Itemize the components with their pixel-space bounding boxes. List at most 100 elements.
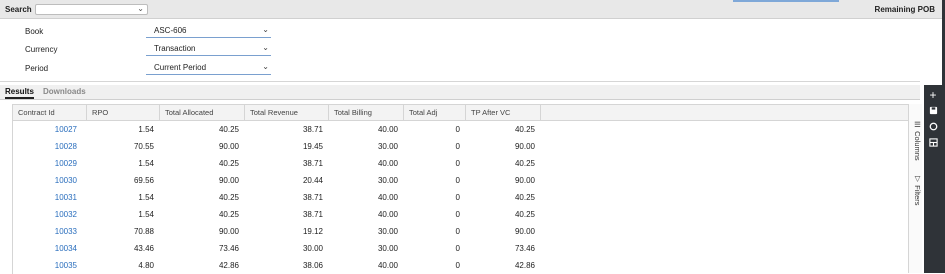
total-allocated-cell: 90.00: [218, 227, 239, 236]
table-row[interactable]: 10035 4.80 42.86 38.06 40.00 0 42.86: [13, 257, 541, 274]
total-billing-cell: 30.00: [377, 176, 398, 185]
table-row[interactable]: 10027 1.54 40.25 38.71 40.00 0 40.25: [13, 121, 541, 138]
total-adj-cell: 0: [455, 227, 460, 236]
contract-id-link[interactable]: 10027: [13, 121, 87, 138]
tp-after-vc-cell: 90.00: [514, 142, 535, 151]
total-billing-cell: 40.00: [377, 261, 398, 270]
total-billing-cell: 30.00: [377, 244, 398, 253]
top-bar: Search ⌄ Remaining POB: [0, 0, 945, 19]
chevron-down-icon[interactable]: ⌄: [137, 4, 144, 13]
table-row[interactable]: 10029 1.54 40.25 38.71 40.00 0 40.25: [13, 155, 541, 172]
total-allocated-cell: 90.00: [218, 176, 239, 185]
rpo-cell: 70.55: [133, 142, 154, 151]
rpo-cell: 70.88: [133, 227, 154, 236]
tp-after-vc-cell: 90.00: [514, 227, 535, 236]
rpo-cell: 1.54: [138, 125, 154, 134]
tab-downloads[interactable]: Downloads: [43, 87, 86, 96]
columns-icon: ☰: [913, 120, 922, 129]
total-allocated-cell: 40.25: [218, 159, 239, 168]
tp-after-vc-cell: 40.25: [514, 159, 535, 168]
table-row[interactable]: 10032 1.54 40.25 38.71 40.00 0 40.25: [13, 206, 541, 223]
book-select[interactable]: ASC-606 ⌄: [146, 24, 271, 38]
header-total-billing[interactable]: Total Billing: [329, 105, 404, 120]
total-allocated-cell: 40.25: [218, 193, 239, 202]
columns-side-tab[interactable]: ☰ Columns: [910, 120, 922, 161]
rpo-cell: 43.46: [133, 244, 154, 253]
filters-label: Filters: [913, 185, 922, 206]
total-adj-cell: 0: [455, 176, 460, 185]
total-revenue-cell: 38.71: [302, 193, 323, 202]
header-total-adj[interactable]: Total Adj: [404, 105, 466, 120]
total-revenue-cell: 19.45: [302, 142, 323, 151]
total-billing-cell: 40.00: [377, 193, 398, 202]
total-billing-cell: 30.00: [377, 142, 398, 151]
header-rpo[interactable]: RPO: [87, 105, 160, 120]
table-row[interactable]: 10030 69.56 90.00 20.44 30.00 0 90.00: [13, 172, 541, 189]
table-row[interactable]: 10034 43.46 73.46 30.00 30.00 0 73.46: [13, 240, 541, 257]
tp-after-vc-cell: 42.86: [514, 261, 535, 270]
rpo-cell: 69.56: [133, 176, 154, 185]
contract-id-link[interactable]: 10030: [13, 172, 87, 189]
chevron-down-icon[interactable]: ⌄: [262, 43, 269, 52]
contract-id-link[interactable]: 10035: [13, 257, 87, 274]
period-select[interactable]: Current Period ⌄: [146, 61, 271, 75]
total-adj-cell: 0: [455, 125, 460, 134]
contract-id-link[interactable]: 10029: [13, 155, 87, 172]
header-tp-after-vc[interactable]: TP After VC: [466, 105, 541, 120]
save-icon[interactable]: [926, 104, 940, 118]
currency-select[interactable]: Transaction ⌄: [146, 42, 271, 56]
contract-id-link[interactable]: 10031: [13, 189, 87, 206]
chevron-down-icon[interactable]: ⌄: [262, 25, 269, 34]
tab-results[interactable]: Results: [5, 87, 34, 99]
book-value: ASC-606: [154, 26, 187, 35]
contract-id-link[interactable]: 10034: [13, 240, 87, 257]
section-divider: [0, 81, 920, 82]
columns-label: Columns: [913, 131, 922, 161]
results-grid: Contract Id RPO Total Allocated Total Re…: [12, 104, 909, 274]
total-adj-cell: 0: [455, 193, 460, 202]
header-total-allocated[interactable]: Total Allocated: [160, 105, 245, 120]
plus-icon[interactable]: +: [926, 88, 940, 102]
total-adj-cell: 0: [455, 244, 460, 253]
table-row[interactable]: 10028 70.55 90.00 19.45 30.00 0 90.00: [13, 138, 541, 155]
header-total-revenue[interactable]: Total Revenue: [245, 105, 329, 120]
header-contract-id[interactable]: Contract Id: [13, 105, 87, 120]
rpo-cell: 1.54: [138, 159, 154, 168]
total-adj-cell: 0: [455, 261, 460, 270]
total-allocated-cell: 40.25: [218, 125, 239, 134]
right-toolbar: +: [924, 85, 942, 273]
total-billing-cell: 40.00: [377, 210, 398, 219]
rpo-cell: 1.54: [138, 193, 154, 202]
contract-id-link[interactable]: 10033: [13, 223, 87, 240]
total-revenue-cell: 19.12: [302, 227, 323, 236]
filters-side-tab[interactable]: ▽ Filters: [910, 174, 922, 206]
contract-id-link[interactable]: 10032: [13, 206, 87, 223]
rpo-cell: 4.80: [138, 261, 154, 270]
chevron-down-icon[interactable]: ⌄: [262, 62, 269, 71]
total-billing-cell: 40.00: [377, 159, 398, 168]
period-value: Current Period: [154, 63, 207, 72]
tp-after-vc-cell: 40.25: [514, 193, 535, 202]
page-title: Remaining POB: [874, 5, 935, 14]
table-row[interactable]: 10033 70.88 90.00 19.12 30.00 0 90.00: [13, 223, 541, 240]
table-icon[interactable]: [926, 136, 940, 150]
top-accent-bar: [733, 0, 839, 2]
currency-value: Transaction: [154, 44, 196, 53]
contract-id-link[interactable]: 10028: [13, 138, 87, 155]
period-label: Period: [25, 64, 49, 73]
tp-after-vc-cell: 40.25: [514, 125, 535, 134]
grid-header: Contract Id RPO Total Allocated Total Re…: [13, 105, 541, 121]
search-label: Search: [5, 5, 32, 14]
tp-after-vc-cell: 73.46: [514, 244, 535, 253]
search-input[interactable]: ⌄: [35, 4, 148, 15]
table-row[interactable]: 10031 1.54 40.25 38.71 40.00 0 40.25: [13, 189, 541, 206]
tp-after-vc-cell: 90.00: [514, 176, 535, 185]
total-allocated-cell: 42.86: [218, 261, 239, 270]
circle-icon[interactable]: [926, 120, 940, 134]
total-revenue-cell: 38.71: [302, 159, 323, 168]
total-adj-cell: 0: [455, 159, 460, 168]
total-allocated-cell: 90.00: [218, 142, 239, 151]
total-revenue-cell: 30.00: [302, 244, 323, 253]
total-adj-cell: 0: [455, 210, 460, 219]
total-adj-cell: 0: [455, 142, 460, 151]
